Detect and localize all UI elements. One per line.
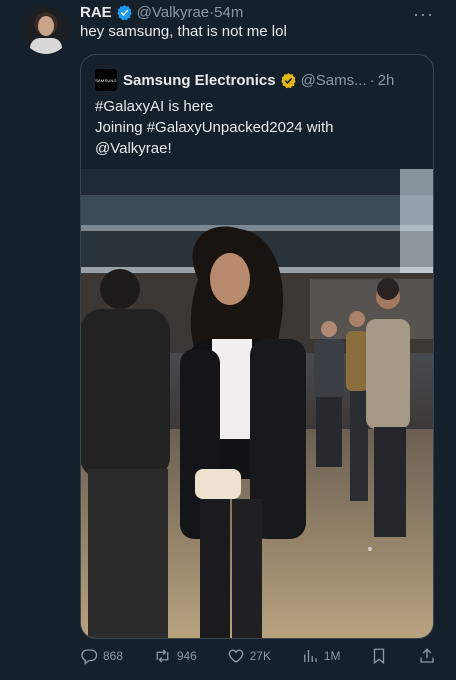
reply-button[interactable]: 868 xyxy=(80,647,123,665)
tweet-time[interactable]: 54m xyxy=(214,4,243,21)
reply-icon xyxy=(81,649,98,665)
avatar-shirt xyxy=(30,38,62,54)
views-button[interactable]: 1M xyxy=(301,647,341,665)
quoted-author-name[interactable]: Samsung Electronics xyxy=(123,72,276,89)
tweet-header: RAE @Valkyrae · 54m xyxy=(80,2,243,22)
samsung-logo-avatar[interactable]: SAMSUNG xyxy=(95,69,117,91)
bookmark-icon xyxy=(374,648,385,665)
quoted-time[interactable]: 2h xyxy=(378,72,395,89)
quoted-text-line: #GalaxyAI is here xyxy=(95,98,214,115)
quoted-handle[interactable]: @Sams... xyxy=(301,72,367,89)
author-name[interactable]: RAE xyxy=(80,4,112,21)
avatar-face xyxy=(38,16,54,36)
author-avatar[interactable] xyxy=(22,6,70,54)
retweet-icon xyxy=(156,649,169,663)
tweet-action-bar: 868 946 27K 1M xyxy=(80,645,436,667)
author-handle[interactable]: @Valkyrae xyxy=(137,4,209,21)
reply-count: 868 xyxy=(103,649,124,663)
like-count: 27K xyxy=(249,649,271,663)
quoted-text: #GalaxyAI is here Joining #GalaxyUnpacke… xyxy=(95,96,425,159)
quoted-tweet[interactable]: SAMSUNG Samsung Electronics @Sams... · 2… xyxy=(80,54,434,639)
bookmark-button[interactable] xyxy=(370,647,388,665)
retweet-button[interactable]: 946 xyxy=(153,647,197,665)
quoted-text-line: @Valkyrae! xyxy=(95,140,172,157)
retweet-count: 946 xyxy=(176,649,197,663)
views-chart-icon xyxy=(303,650,317,662)
like-button[interactable]: 27K xyxy=(227,647,271,665)
quoted-text-line: Joining #GalaxyUnpacked2024 with xyxy=(95,119,334,136)
verified-org-badge-icon xyxy=(280,72,297,89)
tweet-text: hey samsung, that is not me lol xyxy=(80,23,287,40)
quoted-header: SAMSUNG Samsung Electronics @Sams... · 2… xyxy=(95,69,394,91)
quoted-separator: · xyxy=(369,71,375,89)
share-button[interactable] xyxy=(418,647,436,665)
more-options-icon[interactable]: ··· xyxy=(413,4,434,25)
share-icon xyxy=(420,648,434,663)
views-count: 1M xyxy=(323,649,341,663)
verified-badge-icon xyxy=(116,4,133,21)
event-photo[interactable] xyxy=(80,169,434,639)
heart-icon xyxy=(228,649,243,663)
